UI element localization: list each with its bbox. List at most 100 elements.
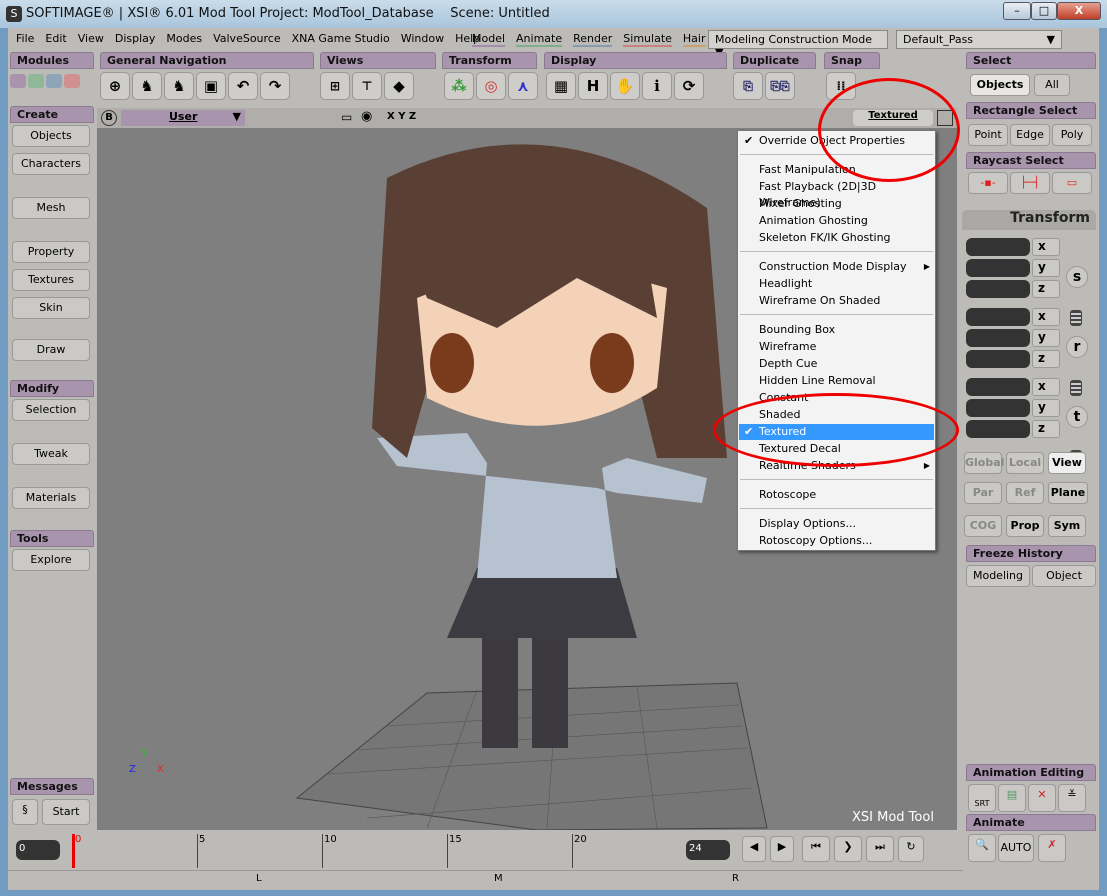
duplicate-icon[interactable]: ⎘ (733, 72, 763, 100)
create-draw-button[interactable]: Draw (12, 339, 90, 361)
translate-icon[interactable]: ⋏ (508, 72, 538, 100)
pan-icon[interactable]: ♞ (164, 72, 194, 100)
lmr-l[interactable]: L (256, 873, 262, 884)
sz-button[interactable]: z (1032, 280, 1060, 298)
loop-icon[interactable]: ↻ (898, 836, 924, 862)
menu-view[interactable]: View (78, 32, 104, 45)
lmr-m[interactable]: M (494, 873, 503, 884)
tx-button[interactable]: x (1032, 378, 1060, 396)
global-button[interactable]: Global (964, 452, 1004, 474)
r-button[interactable]: r (1066, 336, 1088, 358)
menu-item-fast-playback[interactable]: Fast Playback (2D|3D Wireframe) (739, 179, 934, 209)
camera-dropdown[interactable]: User ▼ (121, 110, 245, 126)
key-icon[interactable]: 🔍 (968, 834, 996, 862)
s-lock-icon[interactable] (1070, 310, 1082, 326)
menu-item-construction-mode-display[interactable]: Construction Mode Display ▶ (739, 259, 934, 275)
eye-icon[interactable]: ◉ (361, 109, 372, 124)
axis-toggles[interactable]: X Y Z (387, 111, 416, 122)
grid-icon[interactable]: ▦ (546, 72, 576, 100)
modify-tweak-button[interactable]: Tweak (12, 443, 90, 465)
sy-button[interactable]: y (1032, 259, 1060, 277)
lmr-r[interactable]: R (732, 873, 739, 884)
start-button[interactable]: Start (42, 799, 90, 825)
local-button[interactable]: Local (1006, 452, 1044, 474)
texture-view-icon[interactable]: ◆ (384, 72, 414, 100)
rotate-icon[interactable]: ◎ (476, 72, 506, 100)
construction-mode-dropdown[interactable]: Modeling Construction Mode ▼ (708, 30, 888, 59)
rz-field[interactable] (966, 350, 1030, 368)
cog-button[interactable]: COG (964, 515, 1002, 537)
timeline-start-field[interactable]: 0 (16, 840, 60, 860)
close-button[interactable]: X (1057, 2, 1101, 20)
menu-item-hidden-line-removal[interactable]: Hidden Line Removal (739, 373, 934, 389)
undo-camera-icon[interactable]: ↶ (228, 72, 258, 100)
first-frame-icon[interactable]: ⏮ (802, 836, 830, 862)
menu-item-display-options[interactable]: Display Options... (739, 516, 934, 532)
menu-item-bounding-box[interactable]: Bounding Box (739, 322, 934, 338)
view-button[interactable]: View (1048, 452, 1086, 474)
remove-key-icon[interactable]: ✗ (1038, 834, 1066, 862)
hide-button[interactable]: H (578, 72, 608, 100)
menu-item-depth-cue[interactable]: Depth Cue (739, 356, 934, 372)
ty-field[interactable] (966, 399, 1030, 417)
prev-frame-icon[interactable]: ◀ (742, 836, 766, 862)
plane-button[interactable]: Plane (1048, 482, 1088, 504)
next-frame-icon[interactable]: ▶ (770, 836, 794, 862)
viewport-badge[interactable]: B (101, 110, 117, 126)
keys-icon[interactable]: ≚ (1058, 784, 1086, 812)
sym-button[interactable]: Sym (1048, 515, 1086, 537)
menu-window[interactable]: Window (401, 32, 444, 45)
explorer-view-icon[interactable]: ⊞ (320, 72, 350, 100)
menu-item-rotoscope[interactable]: Rotoscope (739, 487, 934, 503)
menu-xna[interactable]: XNA Game Studio (292, 32, 390, 45)
redo-camera-icon[interactable]: ↷ (260, 72, 290, 100)
menu-display[interactable]: Display (115, 32, 156, 45)
raycast-edge-icon[interactable]: ├─┤ (1010, 172, 1050, 194)
module-animate-swatch[interactable] (28, 74, 44, 88)
create-skin-button[interactable]: Skin (12, 297, 90, 319)
minimize-button[interactable]: – (1003, 2, 1031, 20)
maximize-button[interactable]: □ (1031, 2, 1057, 20)
module-animate[interactable]: Animate (516, 32, 563, 47)
tz-button[interactable]: z (1032, 420, 1060, 438)
menu-item-headlight[interactable]: Headlight (739, 276, 934, 292)
menu-valvesource[interactable]: ValveSource (213, 32, 281, 45)
module-model-swatch[interactable] (10, 74, 26, 88)
timeline-end-field[interactable]: 24 (686, 840, 730, 860)
play-icon[interactable]: ❯ (834, 836, 862, 862)
freeze-modeling-button[interactable]: Modeling (966, 565, 1030, 587)
menu-item-wireframe-on-shaded[interactable]: Wireframe On Shaded (739, 293, 934, 309)
poly-button[interactable]: Poly (1052, 124, 1092, 146)
sx-field[interactable] (966, 238, 1030, 256)
orbit-icon[interactable]: ♞ (132, 72, 162, 100)
module-render[interactable]: Render (573, 32, 613, 47)
menu-item-rotoscopy-options[interactable]: Rotoscopy Options... (739, 533, 934, 549)
create-characters-button[interactable]: Characters (12, 153, 90, 175)
scale-icon[interactable]: ⁂ (444, 72, 474, 100)
navigation-icon[interactable]: ⊕ (100, 72, 130, 100)
timeline-ruler[interactable]: 0 5 10 15 20 (72, 834, 678, 868)
modify-materials-button[interactable]: Materials (12, 487, 90, 509)
ty-button[interactable]: y (1032, 399, 1060, 417)
module-hair[interactable]: Hair (682, 32, 706, 47)
tz-field[interactable] (966, 420, 1030, 438)
dopesheet-icon[interactable]: ▤ (998, 784, 1026, 812)
menu-file[interactable]: File (16, 32, 34, 45)
light-icon[interactable]: ✋ (610, 72, 640, 100)
tx-field[interactable] (966, 378, 1030, 396)
info-button[interactable]: i (642, 72, 672, 100)
frame-all-icon[interactable]: ▣ (196, 72, 226, 100)
tools-explore-button[interactable]: Explore (12, 549, 90, 571)
edge-button[interactable]: Edge (1010, 124, 1050, 146)
prop-button[interactable]: Prop (1006, 515, 1044, 537)
refresh-icon[interactable]: ⟳ (674, 72, 704, 100)
menu-item-skeleton-ghosting[interactable]: Skeleton FK/IK Ghosting (739, 230, 934, 246)
fcurve-icon[interactable]: ✕ (1028, 784, 1056, 812)
create-mesh-button[interactable]: Mesh (12, 197, 90, 219)
menu-item-mixer-ghosting[interactable]: Mixer Ghosting (739, 196, 934, 212)
create-property-button[interactable]: Property (12, 241, 90, 263)
ref-button[interactable]: Ref (1006, 482, 1044, 504)
module-render-swatch[interactable] (46, 74, 62, 88)
menu-item-animation-ghosting[interactable]: Animation Ghosting (739, 213, 934, 229)
freeze-object-button[interactable]: Object (1032, 565, 1096, 587)
